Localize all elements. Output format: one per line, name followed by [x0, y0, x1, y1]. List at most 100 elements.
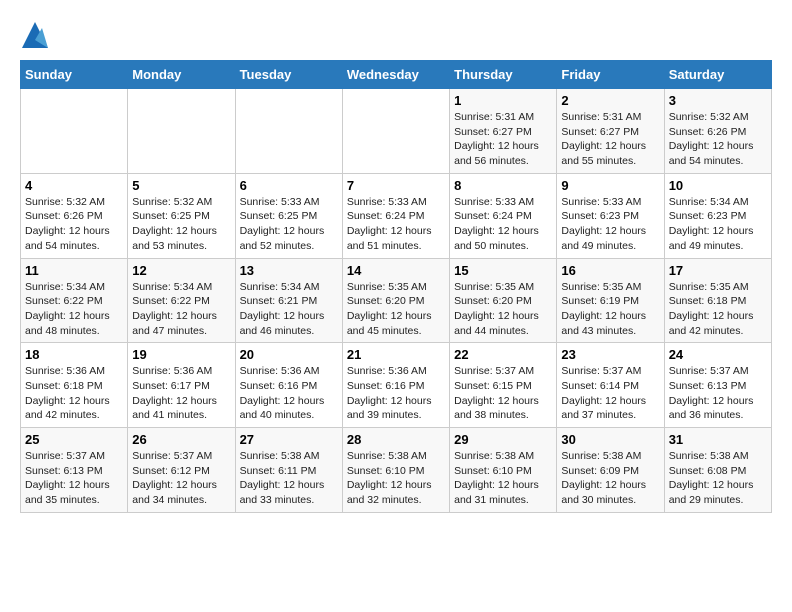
calendar-cell: 2 Sunrise: 5:31 AM Sunset: 6:27 PM Daylig…: [557, 89, 664, 174]
day-number: 6: [240, 178, 338, 193]
day-info: Sunrise: 5:38 AM Sunset: 6:10 PM Dayligh…: [454, 449, 552, 508]
header-day-sunday: Sunday: [21, 61, 128, 89]
day-number: 9: [561, 178, 659, 193]
day-info: Sunrise: 5:38 AM Sunset: 6:08 PM Dayligh…: [669, 449, 767, 508]
calendar-cell: 17Sunrise: 5:35 AM Sunset: 6:18 PM Dayli…: [664, 258, 771, 343]
header-day-thursday: Thursday: [450, 61, 557, 89]
day-number: 19: [132, 347, 230, 362]
day-number: 23: [561, 347, 659, 362]
calendar-cell: 29 Sunrise: 5:38 AM Sunset: 6:10 PM Dayli…: [450, 428, 557, 513]
week-row-2: 4 Sunrise: 5:32 AM Sunset: 6:26 PM Daylig…: [21, 173, 772, 258]
calendar-cell: 27Sunrise: 5:38 AM Sunset: 6:11 PM Dayli…: [235, 428, 342, 513]
header-day-monday: Monday: [128, 61, 235, 89]
day-info: Sunrise: 5:32 AM Sunset: 6:26 PM Dayligh…: [25, 195, 123, 254]
day-info: Sunrise: 5:34 AM Sunset: 6:21 PM Dayligh…: [240, 280, 338, 339]
header: [20, 20, 772, 50]
logo-icon: [20, 20, 50, 50]
week-row-4: 18Sunrise: 5:36 AM Sunset: 6:18 PM Dayli…: [21, 343, 772, 428]
header-day-wednesday: Wednesday: [342, 61, 449, 89]
calendar-cell: 31 Sunrise: 5:38 AM Sunset: 6:08 PM Dayli…: [664, 428, 771, 513]
calendar-cell: [235, 89, 342, 174]
day-info: Sunrise: 5:37 AM Sunset: 6:13 PM Dayligh…: [25, 449, 123, 508]
day-info: Sunrise: 5:35 AM Sunset: 6:19 PM Dayligh…: [561, 280, 659, 339]
header-day-tuesday: Tuesday: [235, 61, 342, 89]
day-info: Sunrise: 5:33 AM Sunset: 6:24 PM Dayligh…: [347, 195, 445, 254]
day-number: 14: [347, 263, 445, 278]
calendar-cell: 12Sunrise: 5:34 AM Sunset: 6:22 PM Dayli…: [128, 258, 235, 343]
calendar-cell: 8 Sunrise: 5:33 AM Sunset: 6:24 PM Daylig…: [450, 173, 557, 258]
calendar-cell: 5 Sunrise: 5:32 AM Sunset: 6:25 PM Daylig…: [128, 173, 235, 258]
day-info: Sunrise: 5:37 AM Sunset: 6:14 PM Dayligh…: [561, 364, 659, 423]
calendar-cell: 22 Sunrise: 5:37 AM Sunset: 6:15 PM Dayli…: [450, 343, 557, 428]
day-number: 15: [454, 263, 552, 278]
header-row: SundayMondayTuesdayWednesdayThursdayFrid…: [21, 61, 772, 89]
day-info: Sunrise: 5:32 AM Sunset: 6:26 PM Dayligh…: [669, 110, 767, 169]
day-number: 21: [347, 347, 445, 362]
page-container: SundayMondayTuesdayWednesdayThursdayFrid…: [20, 20, 772, 513]
day-info: Sunrise: 5:38 AM Sunset: 6:11 PM Dayligh…: [240, 449, 338, 508]
day-info: Sunrise: 5:38 AM Sunset: 6:09 PM Dayligh…: [561, 449, 659, 508]
day-info: Sunrise: 5:31 AM Sunset: 6:27 PM Dayligh…: [454, 110, 552, 169]
calendar-cell: 16 Sunrise: 5:35 AM Sunset: 6:19 PM Dayli…: [557, 258, 664, 343]
calendar-cell: 11 Sunrise: 5:34 AM Sunset: 6:22 PM Dayli…: [21, 258, 128, 343]
day-number: 10: [669, 178, 767, 193]
calendar-cell: 9 Sunrise: 5:33 AM Sunset: 6:23 PM Daylig…: [557, 173, 664, 258]
day-number: 22: [454, 347, 552, 362]
day-number: 26: [132, 432, 230, 447]
day-info: Sunrise: 5:36 AM Sunset: 6:16 PM Dayligh…: [347, 364, 445, 423]
day-info: Sunrise: 5:37 AM Sunset: 6:12 PM Dayligh…: [132, 449, 230, 508]
day-number: 2: [561, 93, 659, 108]
day-number: 12: [132, 263, 230, 278]
day-number: 29: [454, 432, 552, 447]
header-day-friday: Friday: [557, 61, 664, 89]
day-info: Sunrise: 5:37 AM Sunset: 6:13 PM Dayligh…: [669, 364, 767, 423]
calendar-cell: 10 Sunrise: 5:34 AM Sunset: 6:23 PM Dayli…: [664, 173, 771, 258]
calendar-table: SundayMondayTuesdayWednesdayThursdayFrid…: [20, 60, 772, 513]
week-row-3: 11 Sunrise: 5:34 AM Sunset: 6:22 PM Dayli…: [21, 258, 772, 343]
calendar-cell: 30Sunrise: 5:38 AM Sunset: 6:09 PM Dayli…: [557, 428, 664, 513]
day-info: Sunrise: 5:33 AM Sunset: 6:23 PM Dayligh…: [561, 195, 659, 254]
calendar-cell: 19 Sunrise: 5:36 AM Sunset: 6:17 PM Dayli…: [128, 343, 235, 428]
calendar-cell: 6Sunrise: 5:33 AM Sunset: 6:25 PM Daylig…: [235, 173, 342, 258]
day-info: Sunrise: 5:34 AM Sunset: 6:23 PM Dayligh…: [669, 195, 767, 254]
calendar-cell: [342, 89, 449, 174]
week-row-1: 1Sunrise: 5:31 AM Sunset: 6:27 PM Daylig…: [21, 89, 772, 174]
day-number: 7: [347, 178, 445, 193]
day-info: Sunrise: 5:36 AM Sunset: 6:17 PM Dayligh…: [132, 364, 230, 423]
calendar-cell: [128, 89, 235, 174]
week-row-5: 25 Sunrise: 5:37 AM Sunset: 6:13 PM Dayli…: [21, 428, 772, 513]
day-number: 18: [25, 347, 123, 362]
day-number: 25: [25, 432, 123, 447]
day-number: 16: [561, 263, 659, 278]
day-number: 17: [669, 263, 767, 278]
header-day-saturday: Saturday: [664, 61, 771, 89]
calendar-cell: 15Sunrise: 5:35 AM Sunset: 6:20 PM Dayli…: [450, 258, 557, 343]
day-info: Sunrise: 5:37 AM Sunset: 6:15 PM Dayligh…: [454, 364, 552, 423]
logo: [20, 20, 54, 50]
calendar-cell: 20 Sunrise: 5:36 AM Sunset: 6:16 PM Dayli…: [235, 343, 342, 428]
day-number: 3: [669, 93, 767, 108]
day-number: 11: [25, 263, 123, 278]
day-number: 28: [347, 432, 445, 447]
day-number: 20: [240, 347, 338, 362]
calendar-cell: [21, 89, 128, 174]
day-number: 4: [25, 178, 123, 193]
day-info: Sunrise: 5:31 AM Sunset: 6:27 PM Dayligh…: [561, 110, 659, 169]
day-number: 24: [669, 347, 767, 362]
day-number: 5: [132, 178, 230, 193]
calendar-cell: 23 Sunrise: 5:37 AM Sunset: 6:14 PM Dayli…: [557, 343, 664, 428]
calendar-cell: 7 Sunrise: 5:33 AM Sunset: 6:24 PM Daylig…: [342, 173, 449, 258]
day-info: Sunrise: 5:33 AM Sunset: 6:24 PM Dayligh…: [454, 195, 552, 254]
day-info: Sunrise: 5:36 AM Sunset: 6:16 PM Dayligh…: [240, 364, 338, 423]
calendar-cell: 3 Sunrise: 5:32 AM Sunset: 6:26 PM Daylig…: [664, 89, 771, 174]
day-info: Sunrise: 5:32 AM Sunset: 6:25 PM Dayligh…: [132, 195, 230, 254]
day-info: Sunrise: 5:38 AM Sunset: 6:10 PM Dayligh…: [347, 449, 445, 508]
calendar-cell: 26 Sunrise: 5:37 AM Sunset: 6:12 PM Dayli…: [128, 428, 235, 513]
calendar-cell: 14 Sunrise: 5:35 AM Sunset: 6:20 PM Dayli…: [342, 258, 449, 343]
day-info: Sunrise: 5:35 AM Sunset: 6:20 PM Dayligh…: [347, 280, 445, 339]
day-number: 31: [669, 432, 767, 447]
day-number: 8: [454, 178, 552, 193]
day-info: Sunrise: 5:34 AM Sunset: 6:22 PM Dayligh…: [25, 280, 123, 339]
calendar-cell: 21 Sunrise: 5:36 AM Sunset: 6:16 PM Dayli…: [342, 343, 449, 428]
calendar-cell: 18Sunrise: 5:36 AM Sunset: 6:18 PM Dayli…: [21, 343, 128, 428]
